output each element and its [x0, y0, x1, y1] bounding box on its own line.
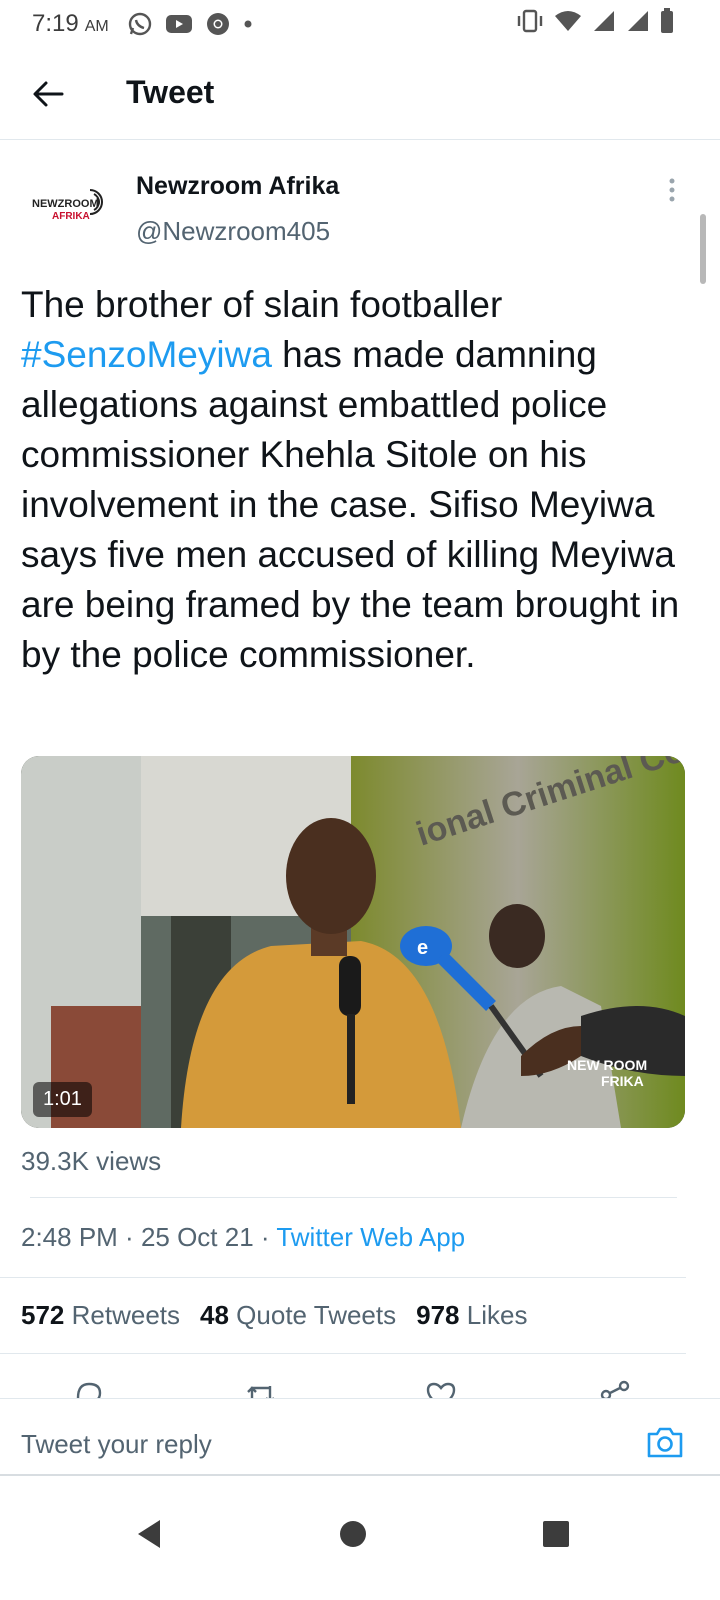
vibrate-icon — [517, 9, 543, 33]
video-watermark-2: FRIKA — [601, 1073, 644, 1089]
hashtag-link[interactable]: #SenzoMeyiwa — [21, 334, 272, 375]
youtube-icon — [165, 15, 192, 33]
nav-back-icon[interactable] — [130, 1514, 170, 1554]
quote-tweets-stat[interactable]: 48 Quote Tweets — [200, 1300, 396, 1331]
status-time: 7:19 AM — [32, 10, 109, 37]
likes-stat[interactable]: 978 Likes — [416, 1300, 527, 1331]
nav-home-icon[interactable] — [333, 1514, 373, 1554]
back-button[interactable] — [28, 74, 68, 114]
like-icon[interactable] — [424, 1378, 458, 1398]
avatar-text-2: AFRIKA — [52, 211, 90, 222]
video-player[interactable]: ional Criminal Co e NEW ROOM FRIKA 1:01 — [21, 756, 685, 1128]
avatar-text-1: NEWZROOM — [32, 198, 99, 210]
tweet-meta: 2:48 PM · 25 Oct 21 · Twitter Web App — [21, 1222, 466, 1252]
tweet-source-link[interactable]: Twitter Web App — [276, 1222, 465, 1252]
wifi-icon — [555, 11, 581, 31]
reply-input[interactable]: Tweet your reply — [21, 1429, 212, 1460]
whatsapp-icon — [128, 12, 151, 36]
tweet-date[interactable]: 25 Oct 21 — [141, 1222, 254, 1252]
signal-icon — [628, 11, 648, 31]
more-options-button[interactable] — [664, 176, 680, 206]
video-duration-badge: 1:01 — [33, 1082, 92, 1117]
chrome-icon — [206, 13, 229, 35]
arrow-left-icon — [33, 81, 64, 107]
battery-icon — [661, 8, 673, 33]
svg-text:e: e — [417, 937, 428, 959]
share-icon[interactable] — [598, 1378, 632, 1398]
page-title: Tweet — [126, 74, 215, 110]
app-bar: Tweet — [0, 48, 720, 140]
scrollbar[interactable] — [700, 214, 706, 284]
newzroom-logo-icon: NEWZROOM AFRIKA — [32, 189, 103, 222]
signal-icon — [594, 11, 614, 31]
divider — [30, 1197, 677, 1198]
author-name[interactable]: Newzroom Afrika — [136, 172, 339, 201]
retweets-stat[interactable]: 572 Retweets — [21, 1300, 180, 1331]
view-count: 39.3K views — [21, 1146, 162, 1176]
divider — [0, 1353, 686, 1354]
dot-icon — [244, 20, 252, 28]
video-watermark-1: NEW ROOM — [567, 1057, 647, 1073]
tweet-text: The brother of slain footballer #SenzoMe… — [21, 284, 680, 675]
nav-recents-icon[interactable] — [536, 1514, 576, 1554]
system-nav-bar — [0, 1478, 720, 1600]
avatar[interactable]: NEWZROOM AFRIKA — [24, 176, 112, 230]
video-thumbnail: ional Criminal Co e NEW ROOM FRIKA — [21, 756, 685, 1128]
tweet-stats: 572 Retweets 48 Quote Tweets 978 Likes — [21, 1300, 527, 1331]
retweet-icon[interactable] — [244, 1378, 278, 1398]
reply-icon[interactable] — [72, 1378, 106, 1398]
tweet-actions — [0, 1374, 720, 1398]
author-handle[interactable]: @Newzroom405 — [136, 216, 330, 247]
more-vertical-icon — [669, 178, 675, 202]
divider — [0, 1277, 686, 1278]
status-bar: 7:19 AM — [0, 0, 720, 48]
tweet-time[interactable]: 2:48 PM — [21, 1222, 118, 1252]
reply-bar: Tweet your reply — [0, 1398, 720, 1476]
camera-icon[interactable] — [646, 1425, 684, 1459]
